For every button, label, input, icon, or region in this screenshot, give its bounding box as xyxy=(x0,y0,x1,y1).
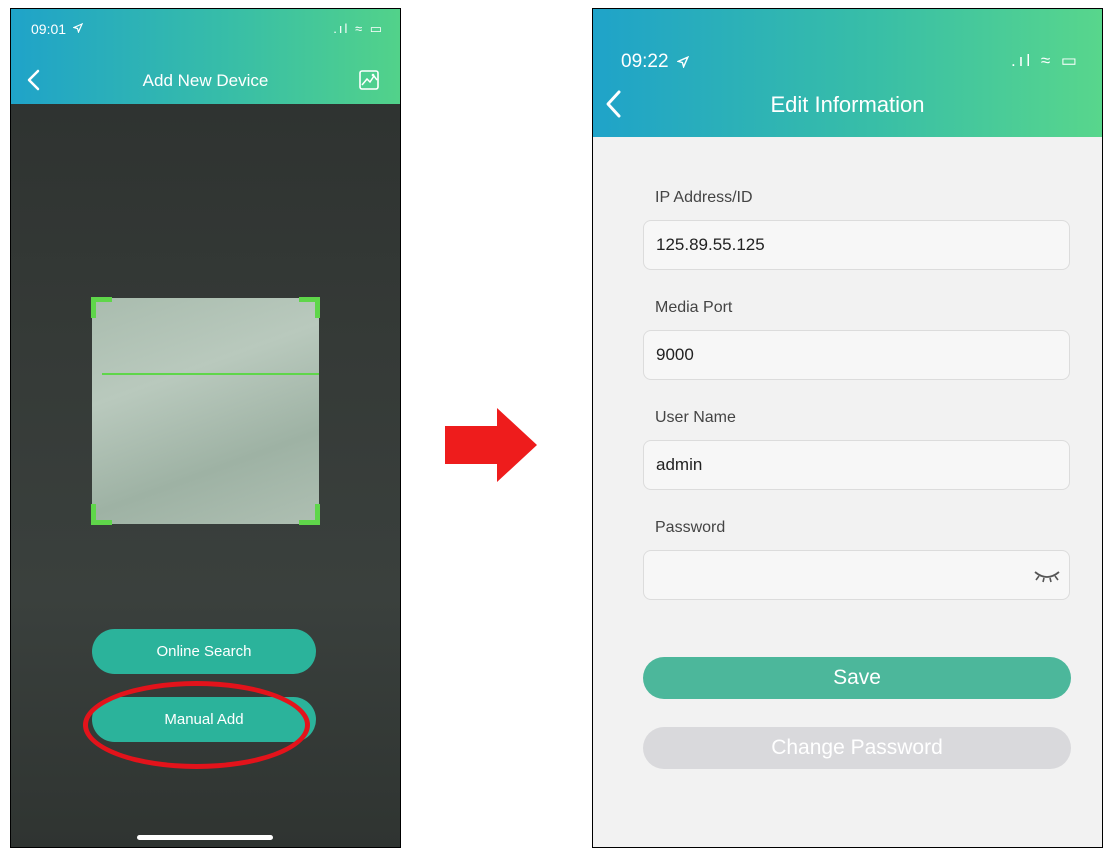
qr-scan-frame xyxy=(91,297,320,525)
add-device-screen: 09:01 .ıl ≈ ▭ Add New Device Online Sear… xyxy=(10,8,401,848)
page-title: Add New Device xyxy=(142,71,269,90)
status-time: 09:01 xyxy=(31,21,67,37)
status-icons: .ıl ≈ ▭ xyxy=(333,21,384,36)
home-indicator xyxy=(137,835,273,840)
scan-corner xyxy=(91,297,112,318)
user-name-input[interactable]: admin xyxy=(643,440,1070,490)
red-arrow-icon xyxy=(445,408,537,482)
password-label: Password xyxy=(655,519,726,536)
nav-header: 09:01 .ıl ≈ ▭ Add New Device xyxy=(11,9,400,104)
nav-header: 09:22 .ıl ≈ ▭ Edit Information xyxy=(593,9,1102,137)
scan-corner xyxy=(299,504,320,525)
eye-closed-icon[interactable] xyxy=(1033,567,1061,585)
ip-address-input[interactable]: 125.89.55.125 xyxy=(643,220,1070,270)
password-input[interactable] xyxy=(643,550,1070,600)
manual-add-button[interactable]: Manual Add xyxy=(92,697,316,742)
media-port-input[interactable]: 9000 xyxy=(643,330,1070,380)
status-icons: .ıl ≈ ▭ xyxy=(1010,51,1080,70)
media-port-label: Media Port xyxy=(655,299,733,316)
online-search-button[interactable]: Online Search xyxy=(92,629,316,674)
status-time: 09:22 xyxy=(621,51,669,72)
location-arrow-icon xyxy=(677,56,689,68)
scan-line xyxy=(102,373,319,375)
ip-address-label: IP Address/ID xyxy=(655,189,753,206)
user-name-label: User Name xyxy=(655,409,736,426)
gallery-icon[interactable] xyxy=(358,69,380,91)
location-arrow-icon xyxy=(73,23,83,33)
scan-corner xyxy=(299,297,320,318)
page-title: Edit Information xyxy=(770,92,925,117)
edit-information-screen: 09:22 .ıl ≈ ▭ Edit Information IP Addres… xyxy=(592,8,1103,848)
scan-corner xyxy=(91,504,112,525)
change-password-button[interactable]: Change Password xyxy=(643,727,1071,769)
save-button[interactable]: Save xyxy=(643,657,1071,699)
